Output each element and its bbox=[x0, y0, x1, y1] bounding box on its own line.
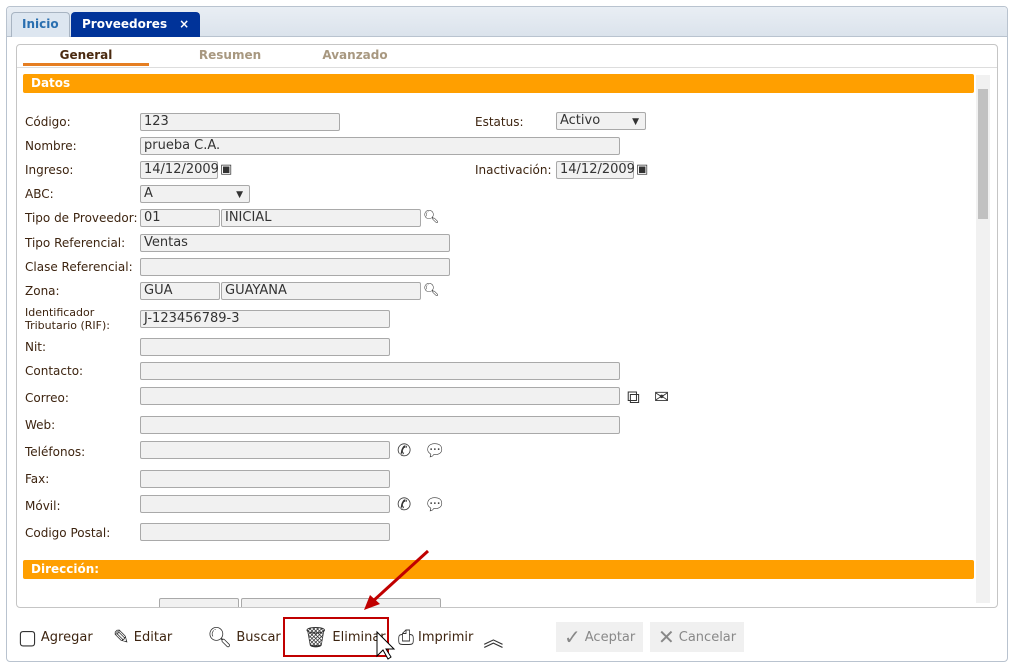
annotation-arrow bbox=[364, 549, 430, 660]
